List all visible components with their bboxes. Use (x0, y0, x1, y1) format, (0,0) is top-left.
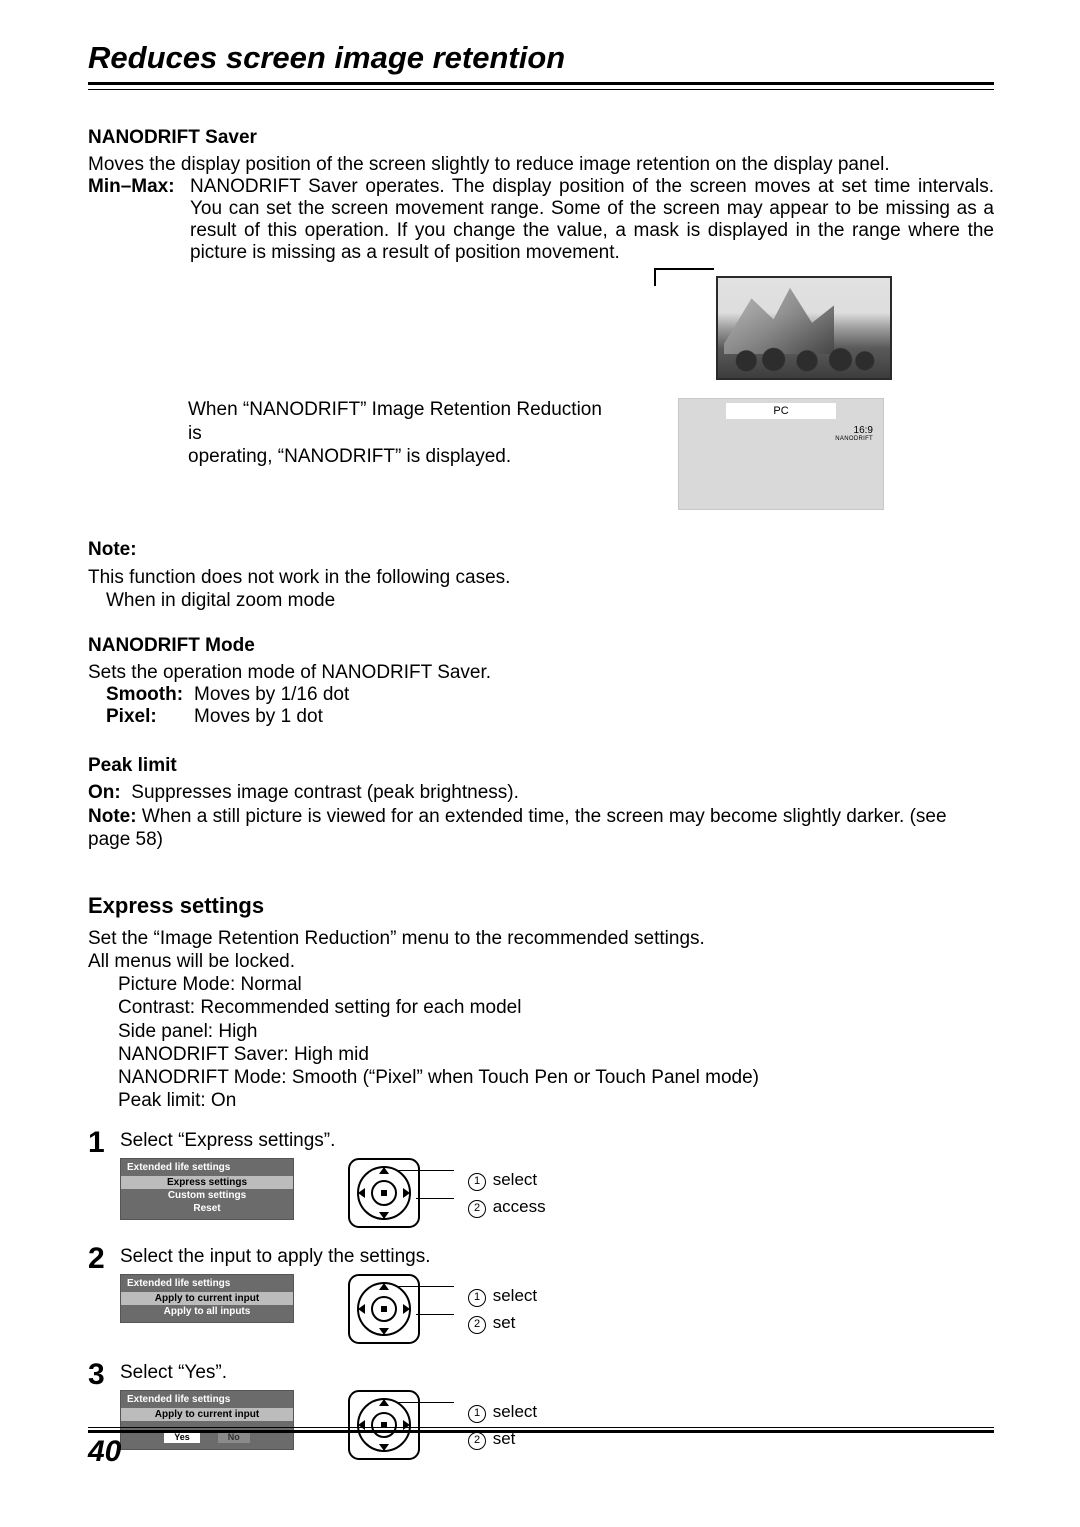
osd-menu-item: Apply to current input (121, 1292, 293, 1305)
peak-on: On: Suppresses image contrast (peak brig… (88, 781, 994, 804)
mode-pixel-label: Pixel: (106, 706, 194, 728)
heading-nanodrift-mode: NANODRIFT Mode (88, 634, 994, 657)
peak-note: Note: When a still picture is viewed for… (88, 805, 994, 851)
header-rule-thick (88, 82, 994, 85)
sample-picture (716, 276, 892, 380)
heading-nanodrift-saver: NANODRIFT Saver (88, 126, 994, 149)
step-text: Select “Express settings”. (120, 1130, 994, 1152)
express-line: Side panel: High (118, 1020, 994, 1043)
nanodrift-intro: Moves the display position of the screen… (88, 153, 994, 176)
express-line: NANODRIFT Saver: High mid (118, 1043, 994, 1066)
joystick-labels: 1 select2 access (468, 1166, 546, 1220)
nanodrift-operating-line1: When “NANODRIFT” Image Retention Reducti… (188, 398, 618, 444)
express-intro2: All menus will be locked. (88, 950, 994, 973)
page-number: 40 (88, 1435, 994, 1469)
osd-sample: PC 16:9 NANODRIFT (678, 398, 884, 510)
step: 1Select “Express settings”.Extended life… (88, 1130, 994, 1228)
express-line: Peak limit: On (118, 1089, 994, 1112)
express-line: Picture Mode: Normal (118, 973, 994, 996)
osd-menu: Extended life settingsExpress settingsCu… (120, 1158, 294, 1220)
nanodrift-operating-line2: operating, “NANODRIFT” is displayed. (188, 445, 618, 468)
note-line1: This function does not work in the follo… (88, 566, 994, 589)
express-line: NANODRIFT Mode: Smooth (“Pixel” when Tou… (118, 1066, 994, 1089)
osd-menu-item: Express settings (121, 1176, 293, 1189)
osd-menu-item: Apply to all inputs (121, 1305, 293, 1318)
minmax-label: Min–Max: (88, 176, 190, 264)
osd-menu-item: Apply to current input (121, 1408, 293, 1421)
step-number: 1 (88, 1126, 105, 1160)
mode-smooth-text: Moves by 1/16 dot (194, 684, 349, 706)
figure-picture-mask (88, 268, 994, 398)
step-text: Select “Yes”. (120, 1362, 994, 1384)
note-line2: When in digital zoom mode (106, 589, 994, 612)
osd-menu-item: Custom settings (121, 1189, 293, 1202)
osd-menu-title: Extended life settings (121, 1159, 293, 1176)
step: 2Select the input to apply the settings.… (88, 1246, 994, 1344)
osd-aspect: 16:9 (854, 425, 873, 436)
osd-input: PC (726, 403, 836, 419)
minmax-body: NANODRIFT Saver operates. The display po… (190, 176, 994, 264)
osd-menu: Extended life settingsApply to current i… (120, 1274, 294, 1323)
mode-smooth-label: Smooth: (106, 684, 194, 706)
joystick-labels: 1 select2 set (468, 1282, 537, 1336)
step-number: 3 (88, 1358, 105, 1392)
osd-menu-item: Reset (121, 1202, 293, 1215)
mode-pixel-text: Moves by 1 dot (194, 706, 323, 728)
note-label: Note: (88, 538, 994, 561)
heading-express-settings: Express settings (88, 893, 994, 919)
step-number: 2 (88, 1242, 105, 1276)
remote-joystick-icon (348, 1158, 420, 1228)
osd-nanodrift-tag: NANODRIFT (835, 436, 873, 442)
heading-peak-limit: Peak limit (88, 754, 994, 777)
express-intro1: Set the “Image Retention Reduction” menu… (88, 927, 994, 950)
nanodrift-mode-intro: Sets the operation mode of NANODRIFT Sav… (88, 661, 994, 684)
remote-joystick-icon (348, 1274, 420, 1344)
osd-menu-title: Extended life settings (121, 1391, 293, 1408)
osd-menu-title: Extended life settings (121, 1275, 293, 1292)
page-title: Reduces screen image retention (88, 40, 994, 80)
step-text: Select the input to apply the settings. (120, 1246, 994, 1268)
page-footer: 40 (88, 1427, 994, 1469)
header-rule-thin (88, 89, 994, 90)
express-line: Contrast: Recommended setting for each m… (118, 996, 994, 1019)
